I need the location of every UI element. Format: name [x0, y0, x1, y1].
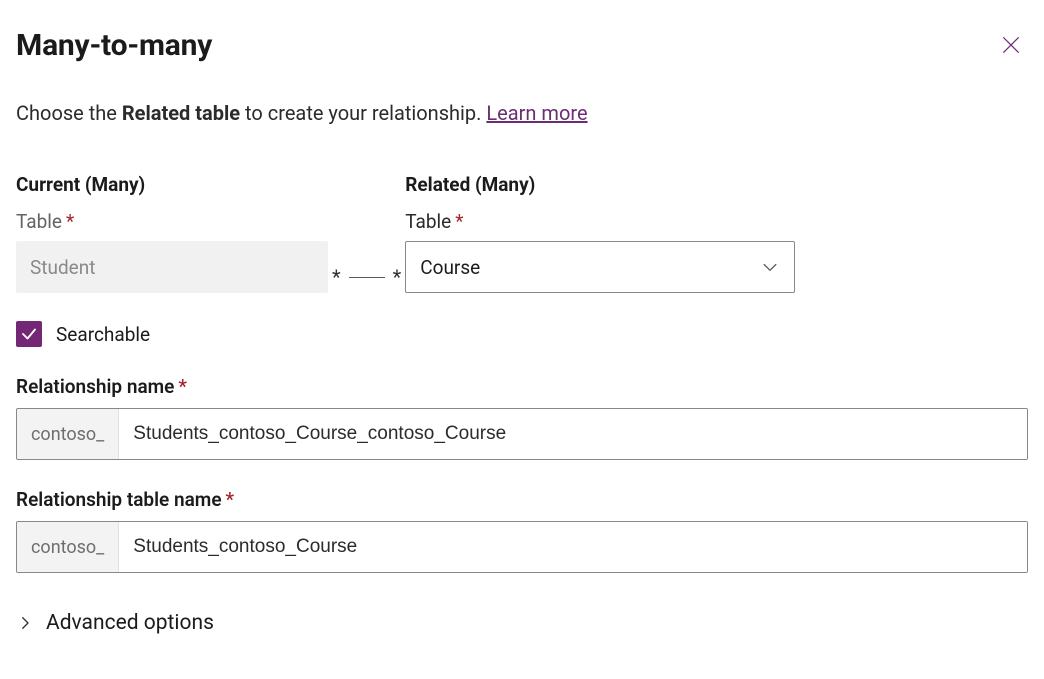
required-marker: *	[178, 375, 187, 398]
searchable-row: Searchable	[16, 321, 1028, 347]
relationship-name-field: Relationship name* contoso_	[16, 375, 1028, 460]
many-to-many-connector: * *	[328, 251, 405, 303]
related-table-select[interactable]: Course	[405, 241, 795, 293]
table-columns: Current (Many) Table* Student * * Relate…	[16, 173, 1028, 303]
current-column: Current (Many) Table* Student	[16, 173, 328, 293]
relationship-name-label-text: Relationship name	[16, 375, 174, 398]
related-table-label-text: Table	[405, 210, 451, 233]
required-marker: *	[66, 210, 74, 233]
panel-title: Many-to-many	[16, 28, 212, 63]
relationship-table-name-input-group: contoso_	[16, 521, 1028, 573]
relationship-name-prefix: contoso_	[17, 409, 119, 459]
intro-suffix: to create your relationship.	[240, 101, 486, 125]
current-table-label: Table*	[16, 210, 328, 233]
connector-left-star: *	[332, 265, 341, 289]
relationship-name-input-group: contoso_	[16, 408, 1028, 460]
relationship-name-input[interactable]	[119, 409, 1027, 459]
related-table-label: Table*	[405, 210, 795, 233]
related-column: Related (Many) Table* Course	[405, 173, 795, 293]
advanced-options-toggle[interactable]: Advanced options	[16, 611, 1028, 635]
intro-bold: Related table	[122, 101, 240, 125]
relationship-table-name-input[interactable]	[119, 522, 1027, 572]
connector-right-star: *	[393, 265, 402, 289]
current-table-value: Student	[30, 256, 95, 279]
required-marker: *	[226, 488, 235, 511]
current-heading: Current (Many)	[16, 173, 328, 196]
many-to-many-panel: Many-to-many Choose the Related table to…	[0, 0, 1044, 655]
check-icon	[20, 325, 38, 343]
chevron-right-icon	[16, 614, 34, 632]
header-row: Many-to-many	[16, 28, 1028, 63]
advanced-options-label: Advanced options	[46, 611, 214, 635]
searchable-checkbox[interactable]	[16, 321, 42, 347]
related-table-value: Course	[420, 256, 480, 279]
relationship-table-name-label-text: Relationship table name	[16, 488, 222, 511]
relationship-name-label: Relationship name*	[16, 375, 1028, 398]
relationship-table-name-prefix: contoso_	[17, 522, 119, 572]
current-table-label-text: Table	[16, 210, 62, 233]
current-table-readonly: Student	[16, 241, 328, 293]
relationship-table-name-field: Relationship table name* contoso_	[16, 488, 1028, 573]
relationship-table-name-label: Relationship table name*	[16, 488, 1028, 511]
chevron-down-icon	[760, 257, 780, 277]
related-heading: Related (Many)	[405, 173, 795, 196]
intro-prefix: Choose the	[16, 101, 122, 125]
intro-text: Choose the Related table to create your …	[16, 101, 1028, 125]
searchable-label: Searchable	[56, 323, 150, 346]
learn-more-link[interactable]: Learn more	[486, 101, 587, 125]
connector-line	[349, 277, 385, 278]
close-button[interactable]	[994, 28, 1028, 62]
required-marker: *	[455, 210, 463, 233]
close-icon	[1000, 34, 1022, 56]
